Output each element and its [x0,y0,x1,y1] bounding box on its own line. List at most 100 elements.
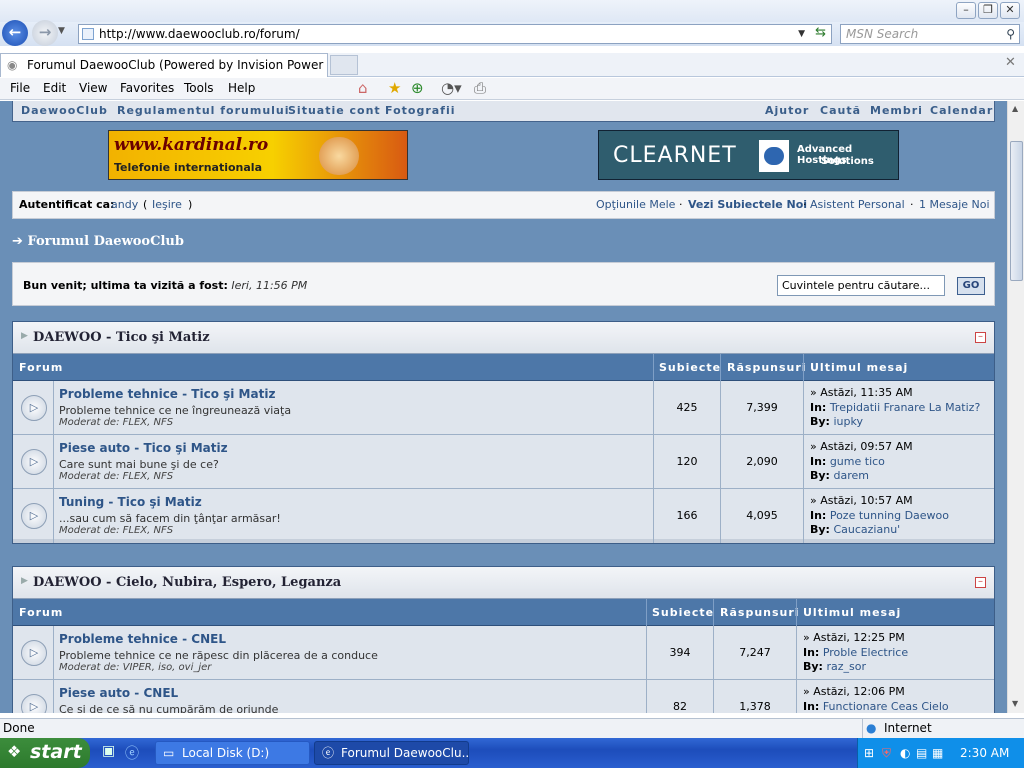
shield-tray-icon[interactable]: ⛨ [882,738,891,768]
favorites-star-icon[interactable]: ★ [388,80,401,97]
forward-button[interactable]: → [32,20,58,46]
close-window-button[interactable]: ✕ [1000,2,1020,19]
last-post-topic-link[interactable]: Proble Electrice [823,646,908,659]
replies-count: 2,090 [720,435,803,489]
close-tab-icon[interactable]: ✕ [1005,55,1016,70]
security-zone-text: Internet [884,721,932,735]
nav-membri[interactable]: Membri [870,104,923,117]
forum-search-input[interactable]: Cuvintele pentru căutare... [777,275,945,296]
last-post-topic-link[interactable]: Poze tunning Daewoo [830,509,949,522]
show-desktop-icon[interactable]: ▣ [102,743,115,759]
last-post-author-link[interactable]: Caucazianu' [833,523,900,536]
nav-regulament[interactable]: Regulamentul forumului [117,104,290,117]
search-go-button[interactable]: GO [957,277,985,295]
menu-tools[interactable]: Tools [184,81,214,95]
menu-view[interactable]: View [79,81,107,95]
scroll-up-icon[interactable]: ▲ [1012,104,1018,113]
vertical-scrollbar[interactable]: ▲ ▼ [1007,101,1024,713]
home-icon[interactable]: ⌂ [358,80,368,97]
last-post-arrow-icon: » [810,386,817,399]
forum-status-icon: ▷ [21,640,47,666]
last-post-time: Astăzi, 12:25 PM [813,631,905,644]
taskbar-item-forum[interactable]: ⓔ Forumul DaewooClu... [314,741,469,765]
volume-tray-icon[interactable]: ◐ [900,738,910,768]
collapse-category-icon[interactable]: – [975,332,986,343]
last-post-topic-link[interactable]: gume tico [830,455,885,468]
feeds-icon[interactable]: ◔▾ [441,80,462,97]
username-link[interactable]: andy [111,192,138,218]
forum-row: ▷ Probleme tehnice - CNEL Probleme tehni… [13,626,994,680]
tab-forum[interactable]: ◉ Forumul DaewooClub (Powered by Invisio… [0,53,328,77]
last-post-author-link[interactable]: darem [833,469,869,482]
forum-title-link[interactable]: Probleme tehnice - CNEL [59,632,226,646]
nav-calendar[interactable]: Calendar [930,104,993,117]
maximize-button[interactable]: ❐ [978,2,998,19]
topics-count: 82 [646,680,713,713]
menu-favorites[interactable]: Favorites [120,81,174,95]
print-icon[interactable]: ⎙ [474,80,486,97]
personal-assistant-link[interactable]: Asistent Personal [810,192,905,218]
menu-edit[interactable]: Edit [43,81,66,95]
monitor-tray-icon[interactable]: ▤ [916,738,927,768]
scroll-down-icon[interactable]: ▼ [1012,699,1018,708]
last-post-cell: » Astăzi, 09:57 AM In: gume tico By: dar… [803,435,994,489]
last-post-cell: » Astăzi, 12:25 PM In: Proble Electrice … [796,626,994,680]
last-post-cell: » Astăzi, 11:35 AM In: Trepidatii Franar… [803,381,994,435]
menu-file[interactable]: File [10,81,30,95]
nav-cauta[interactable]: Caută [820,104,861,117]
taskbar-item-local-disk[interactable]: ▭ Local Disk (D:) [155,741,310,765]
new-topics-link[interactable]: Vezi Subiectele Noi [688,192,807,218]
taskbar-item-label: Forumul DaewooClu... [341,746,469,760]
new-tab-button[interactable] [330,55,358,75]
history-dropdown-icon[interactable]: ▼ [58,26,65,36]
ie-quicklaunch-icon[interactable]: ⓔ [125,743,139,763]
forum-title-link[interactable]: Probleme tehnice - Tico şi Matiz [59,387,275,401]
last-post-topic-link[interactable]: Trepidatii Franare La Matiz? [830,401,980,414]
nav-ajutor[interactable]: Ajutor [765,104,809,117]
nav-daewooclub[interactable]: DaewooClub [21,104,108,117]
banner-clearnet[interactable]: CLEARNET Advanced Hostings Solutions [598,130,899,180]
new-messages-link[interactable]: 1 Mesaje Noi [919,192,990,218]
forum-description: Probleme tehnice ce ne răpesc din plăcer… [59,649,378,662]
add-favorite-icon[interactable]: ⊕ [411,80,424,97]
forum-title-link[interactable]: Piese auto - Tico şi Matiz [59,441,228,455]
address-bar[interactable]: http://www.daewooclub.ro/forum/ ▼ ⇆ [78,24,832,44]
forum-row: ▷ Tuning - Tico şi Matiz ...sau cum să f… [13,489,994,543]
category-arrow-icon: ▶ [21,331,28,341]
nav-situatie-cont[interactable]: Situatie cont [288,104,381,117]
logout-link[interactable]: Ieşire [152,192,182,218]
start-button[interactable]: ❖ start [0,738,90,768]
forum-title-link[interactable]: Tuning - Tico şi Matiz [59,495,202,509]
category-title[interactable]: DAEWOO - Cielo, Nubira, Espero, Leganza [33,575,341,590]
msn-search-input[interactable]: MSN Search ⚲ [840,24,1020,44]
address-text: http://www.daewooclub.ro/forum/ [99,27,300,41]
navstrip: ➔ Forumul DaewooClub [12,233,184,253]
navstrip-forum-link[interactable]: Forumul DaewooClub [27,234,184,249]
forum-title-link[interactable]: Piese auto - CNEL [59,686,178,700]
forum-description: Ce şi de ce să nu cumpărăm de oriunde [59,703,279,713]
collapse-category-icon[interactable]: – [975,577,986,588]
my-options-link[interactable]: Opţiunile Mele [596,192,675,218]
category-title[interactable]: DAEWOO - Tico şi Matiz [33,330,210,345]
address-dropdown-icon[interactable]: ▼ [798,25,805,43]
last-post-time: Astăzi, 12:06 PM [813,685,905,698]
menu-help[interactable]: Help [228,81,255,95]
search-icon[interactable]: ⚲ [1006,25,1015,43]
table-header: Forum Subiecte Răspunsuri Ultimul mesaj [13,354,994,381]
last-post-author-link[interactable]: iupky [833,415,863,428]
forum-status-icon: ▷ [21,449,47,475]
last-post-author-link[interactable]: raz_sor [826,660,866,673]
refresh-icon[interactable]: ⇆ [815,24,826,42]
last-post-arrow-icon: » [810,440,817,453]
banner-kardinal[interactable]: www.kardinal.ro Telefonie internationala [108,130,408,180]
network-tray-icon[interactable]: ⊞ [864,738,874,768]
scrollbar-thumb[interactable] [1010,141,1023,281]
last-post-arrow-icon: » [803,685,810,698]
category-cnel: ▶ DAEWOO - Cielo, Nubira, Espero, Leganz… [12,566,995,713]
last-post-topic-link[interactable]: Functionare Ceas Cielo [823,700,949,713]
minimize-button[interactable]: – [956,2,976,19]
tab-title: Forumul DaewooClub (Powered by Invision … [27,58,328,72]
back-button[interactable]: ← [2,20,28,46]
connection-tray-icon[interactable]: ▦ [932,738,943,768]
nav-fotografii[interactable]: Fotografii [385,104,456,117]
